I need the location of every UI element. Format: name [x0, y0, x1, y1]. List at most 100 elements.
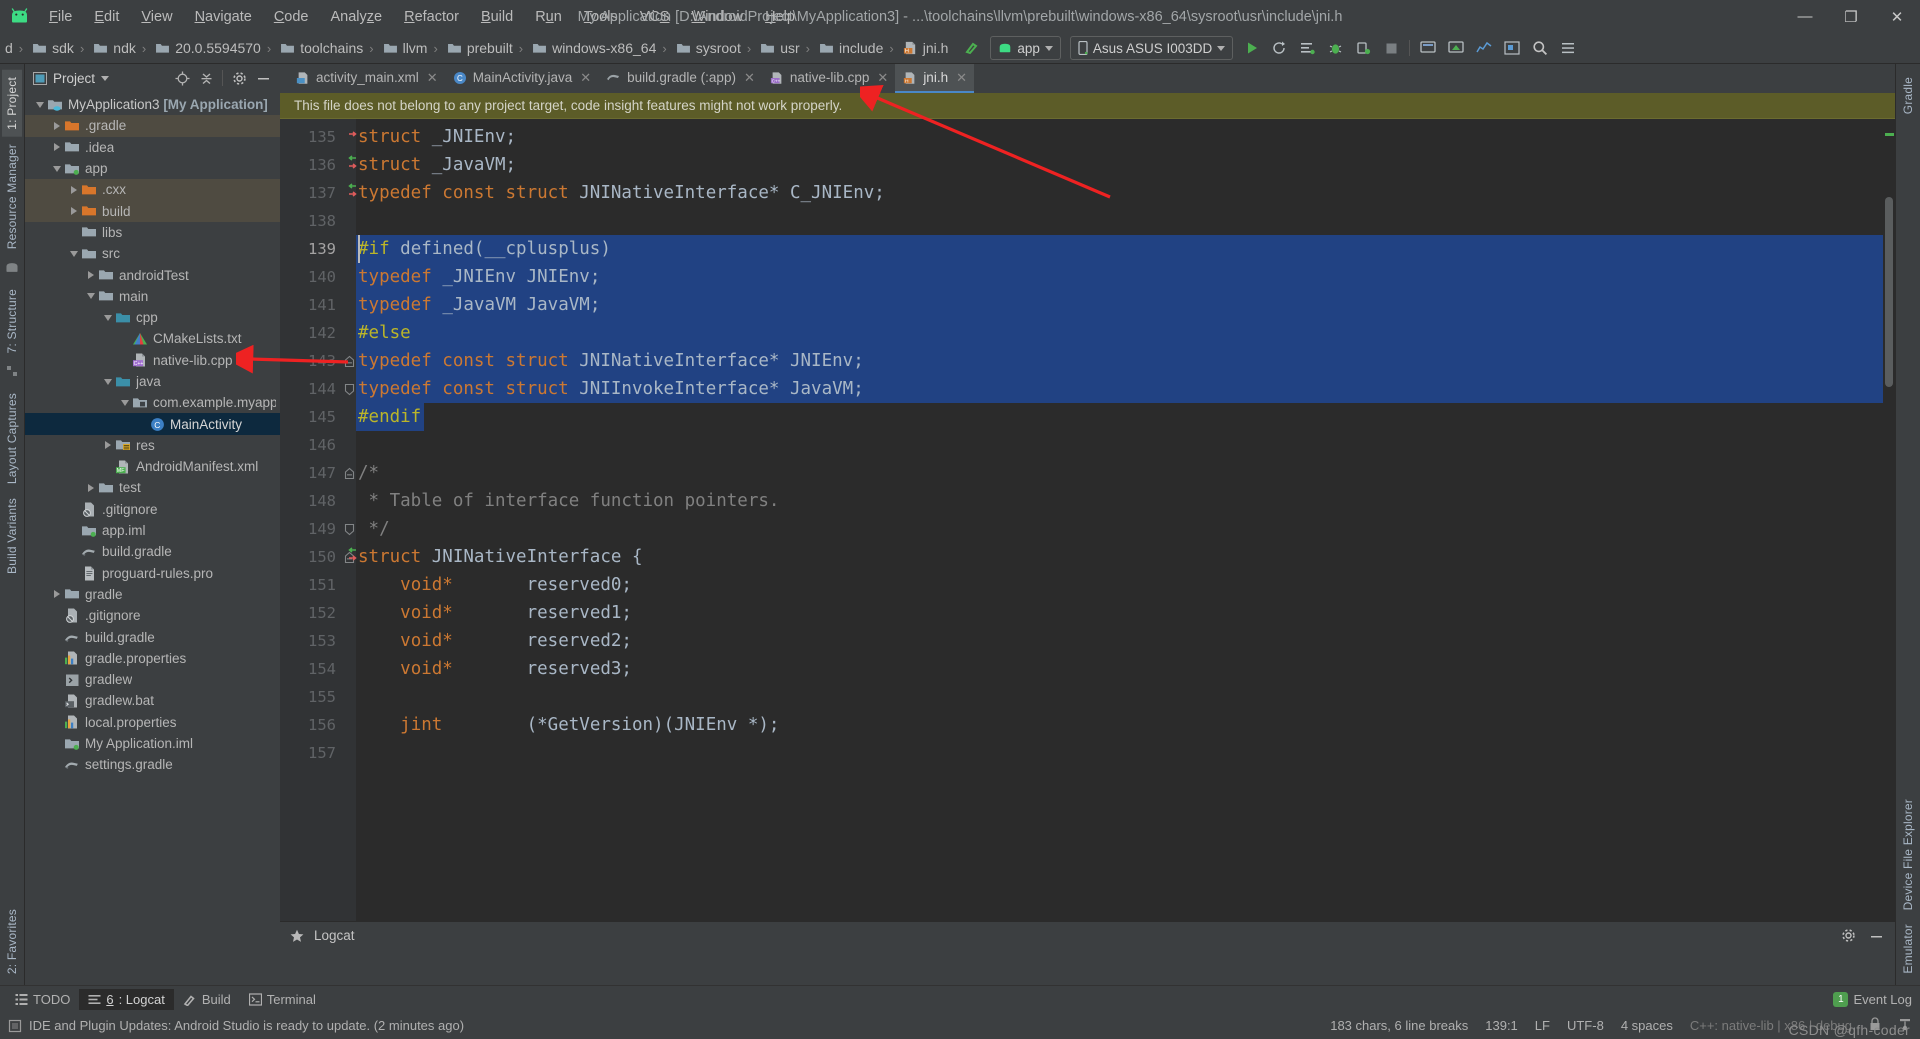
- chevron-down-icon[interactable]: [101, 375, 114, 388]
- tree-item-gitignore[interactable]: .gitignore: [25, 605, 280, 626]
- tree-item-gradlew[interactable]: gradlew: [25, 669, 280, 690]
- fold-marker-icon[interactable]: [342, 459, 356, 487]
- chevron-right-icon[interactable]: [50, 119, 63, 132]
- chevron-down-icon[interactable]: [67, 247, 80, 260]
- code-line[interactable]: jint (*GetVersion)(JNIEnv *);: [356, 711, 1883, 739]
- tree-item-res[interactable]: res: [25, 435, 280, 456]
- chevron-right-icon[interactable]: [67, 183, 80, 196]
- tree-item-proguard-rules-pro[interactable]: proguard-rules.pro: [25, 563, 280, 584]
- tree-item-build-gradle[interactable]: build.gradle: [25, 541, 280, 562]
- menu-vcs[interactable]: VCS: [629, 5, 681, 29]
- event-log-button[interactable]: 1 Event Log: [1833, 991, 1912, 1007]
- project-panel-title[interactable]: Project: [33, 71, 110, 86]
- tree-item-gradlew-bat[interactable]: gradlew.bat: [25, 690, 280, 711]
- close-icon[interactable]: ✕: [877, 70, 888, 86]
- apply-changes-button[interactable]: [1266, 35, 1293, 61]
- scrollbar-thumb[interactable]: [1885, 197, 1893, 387]
- more-icon[interactable]: [1554, 35, 1581, 61]
- chevron-right-icon[interactable]: [50, 588, 63, 601]
- code-line[interactable]: void* reserved3;: [356, 655, 1883, 683]
- sidebar-tab-layout-captures[interactable]: Layout Captures: [2, 386, 22, 491]
- tree-item-test[interactable]: test: [25, 477, 280, 498]
- tree-item-build[interactable]: build: [25, 200, 280, 222]
- minimize-button[interactable]: —: [1782, 0, 1828, 33]
- code-editor[interactable]: 135 136 137 138 139 140 141 142 143 144 145 146 147 1…: [280, 119, 1895, 921]
- chevron-right-icon[interactable]: [101, 439, 114, 452]
- run-button[interactable]: [1238, 35, 1265, 61]
- debug-button[interactable]: [1322, 35, 1349, 61]
- sidebar-tab-device-file-explorer[interactable]: Device File Explorer: [1898, 792, 1918, 917]
- chevron-right-icon[interactable]: [84, 269, 97, 282]
- close-icon[interactable]: ✕: [427, 70, 438, 86]
- run-configuration-selector[interactable]: app: [990, 36, 1061, 60]
- menu-file[interactable]: File: [38, 5, 83, 29]
- menu-tools[interactable]: Tools: [573, 5, 629, 29]
- tree-item-com-example-myappl[interactable]: com.example.myappl: [25, 392, 280, 413]
- code-line[interactable]: #endif: [356, 403, 1883, 431]
- breadcrumb-item[interactable]: ndk ›: [90, 40, 152, 56]
- close-icon[interactable]: ✕: [580, 70, 591, 86]
- code-line[interactable]: void* reserved0;: [356, 571, 1883, 599]
- sidebar-tab-resource-manager[interactable]: Resource Manager: [2, 137, 22, 256]
- tree-item-build-gradle[interactable]: build.gradle: [25, 626, 280, 647]
- project-tree[interactable]: MyApplication3 [My Application] .gradle .i…: [25, 92, 280, 985]
- breadcrumb-item[interactable]: prebuilt ›: [444, 40, 529, 56]
- close-button[interactable]: ✕: [1874, 0, 1920, 33]
- bottom-tab-terminal[interactable]: Terminal: [240, 989, 325, 1010]
- tree-item-mainactivity[interactable]: C MainActivity: [25, 413, 280, 435]
- tab-build-gradle-app[interactable]: build.gradle (:app) ✕: [598, 64, 762, 93]
- menu-run[interactable]: Run: [524, 5, 573, 29]
- tree-item-main[interactable]: main: [25, 286, 280, 307]
- code-line[interactable]: #else: [356, 319, 1883, 347]
- tree-item-gradle[interactable]: gradle: [25, 584, 280, 605]
- code-line[interactable]: [356, 739, 1883, 767]
- tree-item-idea[interactable]: .idea: [25, 137, 280, 158]
- tree-item-cxx[interactable]: .cxx: [25, 179, 280, 201]
- hide-panel-icon[interactable]: [252, 67, 274, 89]
- tree-item-app-iml[interactable]: app.iml: [25, 520, 280, 541]
- code-line[interactable]: struct JNINativeInterface {: [356, 543, 1883, 571]
- tree-item-gradle[interactable]: .gradle: [25, 115, 280, 137]
- code-line[interactable]: typedef _JNIEnv JNIEnv;: [356, 263, 1883, 291]
- fold-marker-icon[interactable]: [342, 375, 356, 403]
- sidebar-tab-structure[interactable]: 7: Structure: [2, 282, 22, 360]
- sidebar-tab-favorites[interactable]: 2: Favorites: [2, 902, 22, 981]
- chevron-right-icon[interactable]: [67, 205, 80, 218]
- attach-debugger-button[interactable]: [1350, 35, 1377, 61]
- layout-inspector-button[interactable]: [1498, 35, 1525, 61]
- bottom-tab-todo[interactable]: TODO: [6, 989, 79, 1010]
- chevron-right-icon[interactable]: [84, 481, 97, 494]
- tree-item-java[interactable]: java: [25, 371, 280, 392]
- tree-item-gradle-properties[interactable]: gradle.properties: [25, 648, 280, 669]
- tree-item-app[interactable]: app: [25, 158, 280, 179]
- menu-window[interactable]: Window: [681, 5, 755, 29]
- fold-gutter[interactable]: [342, 119, 356, 921]
- code-line[interactable]: typedef const struct JNINativeInterface*…: [356, 179, 1883, 207]
- tree-item-androidtest[interactable]: androidTest: [25, 264, 280, 285]
- tree-item-myapplication3[interactable]: MyApplication3 [My Application]: [25, 94, 280, 115]
- tab-mainactivity-java[interactable]: C MainActivity.java ✕: [445, 64, 598, 93]
- breadcrumb-item[interactable]: windows-x86_64 ›: [529, 40, 673, 56]
- build-hammer-icon[interactable]: [958, 35, 985, 61]
- bottom-tab-build[interactable]: Build: [174, 989, 240, 1010]
- tree-item-src[interactable]: src: [25, 243, 280, 264]
- search-icon[interactable]: [1526, 35, 1553, 61]
- close-icon[interactable]: ✕: [744, 70, 755, 86]
- maximize-button[interactable]: ❐: [1828, 0, 1874, 33]
- sidebar-tab-build-variants[interactable]: Build Variants: [2, 491, 22, 581]
- menu-edit[interactable]: Edit: [83, 5, 130, 29]
- code-line[interactable]: void* reserved2;: [356, 627, 1883, 655]
- breadcrumb-item[interactable]: include ›: [816, 40, 900, 56]
- code-line[interactable]: /*: [356, 459, 1883, 487]
- menu-navigate[interactable]: Navigate: [184, 5, 263, 29]
- tab-jni-h[interactable]: H jni.h ✕: [895, 64, 974, 93]
- menu-build[interactable]: Build: [470, 5, 524, 29]
- code-line[interactable]: * Table of interface function pointers.: [356, 487, 1883, 515]
- tree-item-gitignore[interactable]: .gitignore: [25, 499, 280, 520]
- tab-native-lib-cpp[interactable]: C++ native-lib.cpp ✕: [762, 64, 895, 93]
- code-line[interactable]: [356, 431, 1883, 459]
- code-line[interactable]: struct _JavaVM;: [356, 151, 1883, 179]
- locate-icon[interactable]: [171, 67, 193, 89]
- tree-item-cpp[interactable]: cpp: [25, 307, 280, 328]
- tree-item-settings-gradle[interactable]: settings.gradle: [25, 754, 280, 775]
